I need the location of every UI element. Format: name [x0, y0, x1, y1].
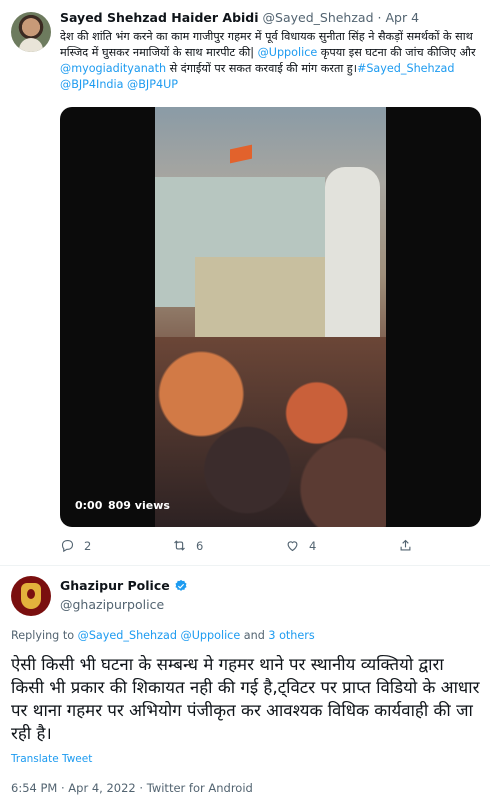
share-button[interactable] [398, 538, 413, 553]
translate-tweet-link[interactable]: Translate Tweet [11, 753, 92, 765]
video-time: 0:00 [75, 499, 103, 512]
crowd [155, 337, 386, 527]
replying-suffix: and [240, 629, 269, 642]
author-avatar[interactable] [11, 576, 51, 616]
replying-mentions[interactable]: @Sayed_Shehzad @Uppolice [78, 629, 241, 642]
mention-uppolice[interactable]: @Uppolice [258, 46, 318, 59]
verified-badge-icon [175, 579, 187, 591]
reply-icon [61, 539, 74, 553]
replying-prefix: Replying to [11, 629, 78, 642]
like-button[interactable]: 4 [285, 538, 316, 553]
author-avatar[interactable] [11, 12, 51, 52]
author-name[interactable]: Sayed Shehzad Haider Abidi [60, 10, 259, 25]
video-views: 809 views [108, 499, 170, 512]
author-name-row: Ghazipur Police [60, 578, 188, 593]
tweet-text-part: कृपया इस घटना की जांच कीजिए और [317, 46, 476, 59]
replying-to: Replying to @Sayed_Shehzad @Uppolice and… [11, 629, 315, 642]
retweet-count: 6 [196, 538, 204, 553]
mention-myogiadityanath[interactable]: @myogiadityanath [60, 62, 166, 75]
reply-count: 2 [84, 538, 92, 553]
author-name[interactable]: Ghazipur Police [60, 578, 170, 593]
replying-others-link[interactable]: 3 others [268, 629, 314, 642]
tweet-text: ऐसी किसी भी घटना के सम्बन्ध मे गहमर थाने… [11, 654, 480, 743]
saffron-flag [230, 144, 252, 164]
building [195, 257, 345, 347]
divider [0, 565, 490, 566]
video-player[interactable] [60, 107, 481, 527]
reply-button[interactable]: 2 [60, 538, 91, 553]
tweet-text: देश की शांति भंग करने का काम गाजीपुर गहम… [60, 29, 480, 93]
video-frame [155, 107, 386, 527]
author-handle[interactable]: @ghazipurpolice [60, 597, 164, 612]
author-handle[interactable]: @Sayed_Shehzad [263, 10, 374, 25]
tweet-text-part: से दंगाईयों पर सकत करवाई की मांग करता हु… [166, 62, 357, 75]
like-icon [287, 541, 298, 552]
share-icon [400, 539, 411, 551]
tweet-date[interactable]: Apr 4 [385, 10, 419, 25]
original-tweet[interactable]: Sayed Shehzad Haider Abidi @Sayed_Shehza… [0, 0, 490, 568]
police-emblem-icon [21, 583, 41, 609]
tweet-meta[interactable]: 6:54 PM · Apr 4, 2022 · Twitter for Andr… [11, 781, 253, 795]
retweet-button[interactable]: 6 [172, 538, 203, 553]
dot-separator: · [377, 10, 382, 25]
tweet-header: Sayed Shehzad Haider Abidi @Sayed_Shehza… [60, 10, 419, 25]
like-count: 4 [309, 538, 317, 553]
retweet-icon [174, 540, 185, 551]
tweet-actions: 2 6 4 [60, 538, 420, 558]
